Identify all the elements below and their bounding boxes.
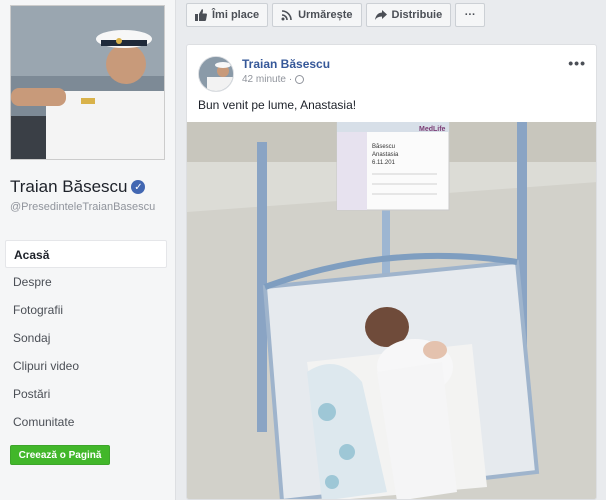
create-page-button[interactable]: Creează o Pagină bbox=[10, 445, 110, 465]
post-options-button[interactable]: ••• bbox=[568, 55, 586, 71]
verified-badge-icon: ✓ bbox=[131, 180, 146, 194]
page-name-text: Traian Băsescu bbox=[10, 177, 128, 196]
profile-photo[interactable] bbox=[10, 5, 165, 160]
like-page-button[interactable]: Îmi place bbox=[186, 3, 269, 27]
follow-button[interactable]: Urmărește bbox=[272, 3, 362, 27]
thumbs-up-icon bbox=[195, 9, 207, 21]
nav-item-despre[interactable]: Despre bbox=[5, 268, 167, 296]
page-action-bar: Îmi place Urmărește Distribuie ··· bbox=[186, 3, 486, 27]
author-avatar[interactable] bbox=[198, 56, 234, 92]
meta-separator: · bbox=[288, 74, 293, 85]
globe-icon bbox=[295, 75, 305, 84]
share-label: Distribuie bbox=[391, 9, 443, 21]
photo-card-line-2: Anastasia bbox=[372, 152, 399, 158]
photo-card-line-1: Băsescu bbox=[372, 144, 395, 150]
post-timestamp[interactable]: 42 minute bbox=[242, 74, 286, 85]
post-card: Traian Băsescu 42 minute · ••• Bun venit… bbox=[186, 44, 597, 500]
nav-item-comunitate[interactable]: Comunitate bbox=[5, 408, 167, 436]
nav-item-postari[interactable]: Postări bbox=[5, 380, 167, 408]
more-actions-button[interactable]: ··· bbox=[455, 3, 486, 27]
page-handle[interactable]: @PresedinteleTraianBasescu bbox=[10, 200, 160, 214]
nav-item-acasa[interactable]: Acasă bbox=[5, 240, 167, 268]
nav-item-clipuri-video[interactable]: Clipuri video bbox=[5, 352, 167, 380]
nav-item-fotografii[interactable]: Fotografii bbox=[5, 296, 167, 324]
nav-item-sondaj[interactable]: Sondaj bbox=[5, 324, 167, 352]
share-arrow-icon bbox=[374, 9, 387, 21]
page-name[interactable]: Traian Băsescu ✓ bbox=[10, 177, 146, 197]
follow-label: Urmărește bbox=[298, 9, 353, 21]
post-author[interactable]: Traian Băsescu bbox=[242, 57, 330, 71]
post-text: Bun venit pe lume, Anastasia! bbox=[198, 98, 357, 112]
page-sidebar: Traian Băsescu ✓ @PresedinteleTraianBase… bbox=[0, 0, 176, 500]
follow-wifi-icon bbox=[281, 9, 293, 21]
photo-card-brand: MedLife bbox=[419, 126, 446, 133]
share-button[interactable]: Distribuie bbox=[365, 3, 452, 27]
post-photo[interactable]: MedLife Băsescu Anastasia 6.11.201 bbox=[187, 122, 596, 499]
page-nav: Acasă Despre Fotografii Sondaj Clipuri v… bbox=[5, 240, 167, 436]
like-page-label: Îmi place bbox=[212, 9, 260, 21]
photo-card-line-3: 6.11.201 bbox=[372, 160, 396, 166]
post-meta: 42 minute · bbox=[242, 74, 305, 85]
